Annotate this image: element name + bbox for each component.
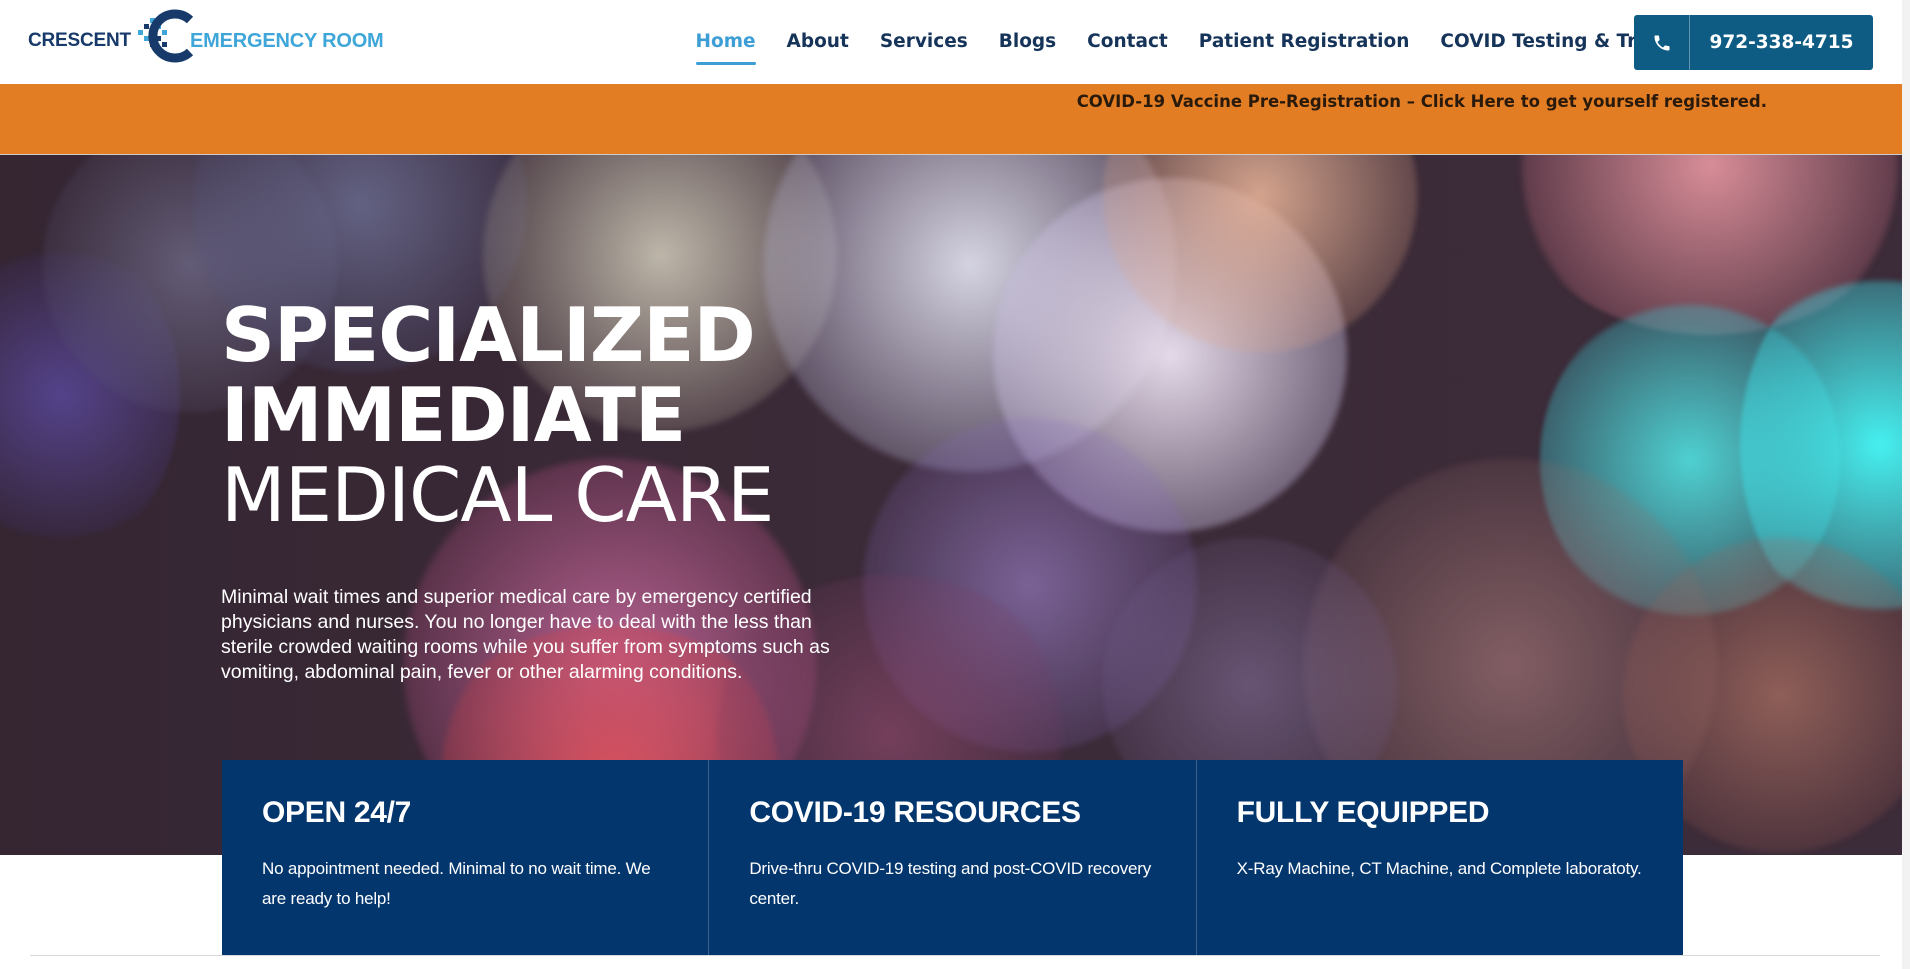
nav-contact[interactable]: Contact <box>1072 28 1184 68</box>
main-nav: Home About Services Blogs Contact Patien… <box>680 28 1739 68</box>
phone-number: 972-338-4715 <box>1709 32 1854 53</box>
page-scrollbar[interactable] <box>1902 0 1910 969</box>
hero-section: SPECIALIZED IMMEDIATE MEDICAL CARE Minim… <box>0 155 1902 855</box>
hero-title-line-1: SPECIALIZED <box>221 291 756 379</box>
nav-patient-registration[interactable]: Patient Registration <box>1183 28 1425 68</box>
nav-services[interactable]: Services <box>864 28 983 68</box>
nav-about[interactable]: About <box>771 28 864 68</box>
feature-title: OPEN 24/7 <box>262 796 412 829</box>
announcement-bar: COVID-19 Vaccine Pre-Registration – Clic… <box>0 84 1902 155</box>
logo-text-emergency-room: EMERGENCY ROOM <box>190 30 384 52</box>
feature-title: FULLY EQUIPPED <box>1236 796 1490 829</box>
section-divider <box>30 955 1880 956</box>
site-logo[interactable]: CRESCENT EMERGENCY ROOM <box>28 8 388 64</box>
phone-call-button[interactable]: 972-338-4715 <box>1634 15 1873 70</box>
feature-text: No appointment needed. Minimal to no wai… <box>262 859 651 908</box>
logo-text-crescent: CRESCENT <box>28 30 131 51</box>
nav-blogs[interactable]: Blogs <box>983 28 1071 68</box>
feature-text: X-Ray Machine, CT Machine, and Complete … <box>1236 859 1642 878</box>
hero-title: SPECIALIZED IMMEDIATE MEDICAL CARE <box>221 291 774 539</box>
feature-title: COVID-19 RESOURCES <box>749 796 1081 829</box>
feature-text: Drive-thru COVID-19 testing and post-COV… <box>749 859 1152 908</box>
feature-panel: OPEN 24/7 No appointment needed. Minimal… <box>222 760 1683 956</box>
logo-c-icon <box>138 9 194 63</box>
vaccine-preregistration-link[interactable]: COVID-19 Vaccine Pre-Registration – Clic… <box>1077 92 1767 111</box>
site-header: CRESCENT EMERGENCY ROOM Home About Servi… <box>0 0 1902 84</box>
feature-fully-equipped: FULLY EQUIPPED X-Ray Machine, CT Machine… <box>1197 760 1683 956</box>
feature-covid-resources: COVID-19 RESOURCES Drive-thru COVID-19 t… <box>709 760 1197 956</box>
hero-title-line-2: IMMEDIATE <box>221 371 686 459</box>
phone-icon <box>1634 15 1690 70</box>
feature-open-24-7: OPEN 24/7 No appointment needed. Minimal… <box>222 760 710 956</box>
hero-title-line-3: MEDICAL CARE <box>221 451 774 539</box>
hero-description: Minimal wait times and superior medical … <box>221 586 830 683</box>
nav-home[interactable]: Home <box>680 28 771 68</box>
